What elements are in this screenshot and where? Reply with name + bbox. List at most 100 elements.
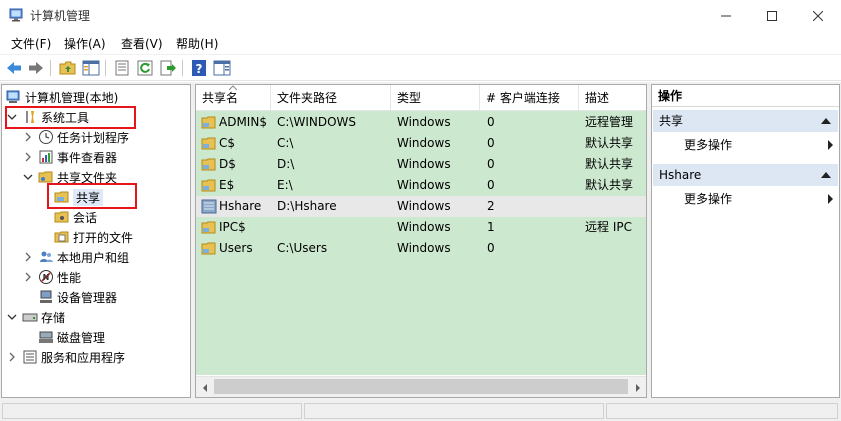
table-row[interactable]: Users C:\Users Windows 0 [196, 238, 646, 259]
menu-file[interactable]: 文件(F) [11, 35, 51, 52]
services-icon [23, 350, 37, 364]
open-files-folder-icon [54, 231, 69, 243]
table-row[interactable]: D$ D:\ Windows 0 默认共享 [196, 154, 646, 175]
column-description[interactable]: 描述 [579, 85, 646, 111]
cell-client-connections: 0 [487, 157, 495, 171]
disk-management-icon [39, 331, 53, 343]
share-folder-icon [201, 158, 216, 171]
cell-type: Windows [397, 157, 451, 171]
scroll-right-icon[interactable] [629, 377, 646, 397]
status-bar [0, 401, 841, 421]
tree-item-computer-management[interactable]: 计算机管理(本地) [6, 87, 118, 107]
tree-item-sessions[interactable]: 会话 [54, 207, 97, 227]
share-list: 共享名 文件夹路径 类型 # 客户端连接 描述 ADMIN$ C:\WINDOW… [195, 84, 647, 398]
chevron-right-icon[interactable] [22, 271, 34, 283]
cell-share-name: Users [219, 241, 253, 255]
forward-icon[interactable] [27, 59, 45, 77]
tree-item-performance[interactable]: N 性能 [22, 267, 81, 287]
more-actions-shares[interactable]: 更多操作 [653, 133, 838, 157]
highlight-box-shares [47, 183, 137, 209]
cell-share-name: Hshare [219, 199, 262, 213]
chevron-right-icon[interactable] [22, 151, 34, 163]
action-section-hshare[interactable]: Hshare [653, 164, 838, 186]
back-icon[interactable] [5, 59, 23, 77]
maximize-button[interactable] [749, 0, 795, 31]
cell-share-name: D$ [219, 157, 236, 171]
cell-share-name: E$ [219, 178, 235, 192]
tree-item-task-scheduler[interactable]: 任务计划程序 [22, 127, 129, 147]
refresh-icon[interactable] [136, 59, 154, 77]
table-row[interactable]: C$ C:\ Windows 0 默认共享 [196, 133, 646, 154]
toolbar-separator [105, 60, 106, 76]
list-header: 共享名 文件夹路径 类型 # 客户端连接 描述 [196, 85, 646, 111]
tree-item-open-files[interactable]: 打开的文件 [54, 227, 133, 247]
cell-type: Windows [397, 199, 451, 213]
share-folder-icon [201, 116, 216, 129]
cell-description [585, 238, 645, 259]
minimize-button[interactable] [703, 0, 749, 31]
toolbar: ? [0, 54, 841, 81]
column-type[interactable]: 类型 [391, 85, 480, 111]
show-tree-icon[interactable] [82, 59, 100, 77]
cell-description [585, 196, 645, 217]
computer-management-icon [9, 8, 23, 22]
show-action-pane-icon[interactable] [213, 59, 231, 77]
export-list-icon[interactable] [159, 59, 177, 77]
tree-item-event-viewer[interactable]: 事件查看器 [22, 147, 117, 167]
actions-pane: 操作 共享 更多操作 Hshare 更多操作 [651, 84, 840, 398]
column-folder-path[interactable]: 文件夹路径 [271, 85, 391, 111]
action-section-shares[interactable]: 共享 [653, 110, 838, 132]
tree-label: 磁盘管理 [57, 330, 106, 345]
tree-label: 服务和应用程序 [41, 350, 126, 365]
properties-icon[interactable] [113, 59, 131, 77]
tree-item-disk-management[interactable]: 磁盘管理 [38, 327, 105, 347]
title-bar: 计算机管理 [0, 0, 841, 31]
status-bar-cell [606, 403, 838, 419]
tree-label: 设备管理器 [57, 290, 118, 305]
more-actions-hshare[interactable]: 更多操作 [653, 187, 838, 211]
cell-description: 默认共享 [585, 178, 634, 192]
up-folder-icon[interactable] [59, 59, 77, 77]
tree-label: 性能 [57, 270, 82, 285]
scrollbar-thumb[interactable] [214, 379, 628, 394]
toolbar-separator [182, 60, 183, 76]
tree-item-services[interactable]: 服务和应用程序 [6, 347, 125, 367]
tree-item-device-manager[interactable]: 设备管理器 [38, 287, 117, 307]
table-row[interactable]: IPC$ Windows 1 远程 IPC [196, 217, 646, 238]
column-client-connections[interactable]: # 客户端连接 [480, 85, 579, 111]
close-button[interactable] [795, 0, 841, 31]
table-row[interactable]: E$ E:\ Windows 0 默认共享 [196, 175, 646, 196]
scroll-left-icon[interactable] [196, 377, 213, 397]
list-body: ADMIN$ C:\WINDOWS Windows 0 远程管理 C$ C:\ … [196, 111, 646, 375]
tree-label: 计算机管理(本地) [25, 90, 119, 105]
cell-folder-path: C:\ [277, 136, 294, 150]
tree-label: 本地用户和组 [57, 250, 130, 265]
share-folder-icon [201, 221, 216, 234]
tree-item-local-users[interactable]: 本地用户和组 [22, 247, 129, 267]
tree-item-storage[interactable]: 存储 [6, 307, 65, 327]
menu-view[interactable]: 查看(V) [121, 35, 163, 52]
cell-folder-path: C:\Users [277, 241, 328, 255]
menu-help[interactable]: 帮助(H) [176, 35, 218, 52]
cell-description: 远程 IPC [585, 220, 632, 234]
help-icon[interactable]: ? [190, 59, 208, 77]
table-row-selected[interactable]: Hshare D:\Hshare Windows 2 [196, 196, 646, 217]
cell-folder-path: D:\ [277, 157, 295, 171]
clock-icon [39, 130, 53, 144]
chevron-down-icon[interactable] [6, 311, 18, 323]
chevron-down-icon[interactable] [22, 171, 34, 183]
chevron-right-icon[interactable] [22, 131, 34, 143]
menu-action[interactable]: 操作(A) [64, 35, 106, 52]
storage-icon [22, 313, 38, 322]
cell-client-connections: 0 [487, 241, 495, 255]
maximize-icon [767, 10, 777, 21]
chevron-right-icon[interactable] [6, 351, 18, 363]
column-share-name[interactable]: 共享名 [196, 85, 271, 111]
close-icon [813, 10, 823, 21]
table-row[interactable]: ADMIN$ C:\WINDOWS Windows 0 远程管理 [196, 112, 646, 133]
tree-label: 会话 [73, 210, 98, 225]
cell-type: Windows [397, 136, 451, 150]
chevron-right-icon[interactable] [22, 251, 34, 263]
users-icon [40, 251, 53, 262]
horizontal-scrollbar[interactable] [196, 376, 646, 397]
